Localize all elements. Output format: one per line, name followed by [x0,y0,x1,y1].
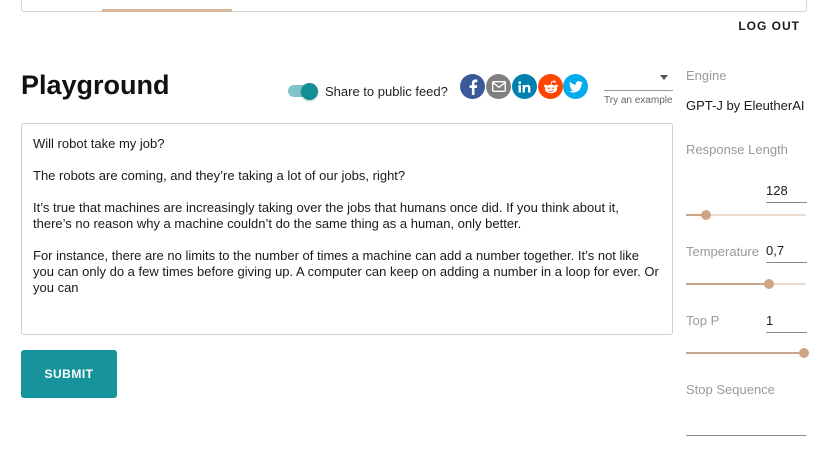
response-length-slider[interactable] [686,209,806,221]
top-p-slider[interactable] [686,347,809,359]
prompt-textarea[interactable]: Will robot take my job? The robots are c… [21,123,673,335]
engine-label: Engine [686,68,727,83]
prompt-paragraph: Will robot take my job? [33,136,165,151]
facebook-icon[interactable] [460,74,485,99]
prompt-paragraph: For instance, there are no limits to the… [33,248,659,295]
engine-value[interactable]: GPT-J by EleutherAI [686,98,805,113]
share-label: Share to public feed? [325,84,448,99]
slider-thumb[interactable] [799,348,809,358]
page-title: Playground [21,70,170,100]
top-p-input[interactable]: 1 [766,313,807,333]
twitter-icon[interactable] [563,74,588,99]
toggle-knob [301,83,318,100]
prompt-paragraph: The robots are coming, and they’re takin… [33,168,406,183]
linkedin-icon[interactable] [512,74,537,99]
response-length-input[interactable]: 128 [766,183,807,203]
slider-thumb[interactable] [701,210,712,220]
example-select[interactable] [604,66,673,91]
prompt-paragraph: It’s true that machines are increasingly… [33,200,619,231]
top-p-label: Top P [686,313,720,328]
active-tab-indicator [102,9,232,12]
stop-sequence-label: Stop Sequence [686,382,775,397]
top-nav-strip [21,0,807,12]
submit-button[interactable]: SUBMIT [21,350,117,398]
slider-thumb[interactable] [763,279,774,289]
example-hint: Try an example [604,95,673,106]
temperature-input[interactable]: 0,7 [766,243,807,263]
slider-fill [686,352,804,354]
share-toggle[interactable] [288,83,318,100]
chevron-down-icon [660,75,668,80]
slider-fill [686,283,769,285]
response-length-label: Response Length [686,142,788,157]
stop-sequence-input[interactable] [686,418,806,436]
temperature-slider[interactable] [686,278,806,290]
logout-button[interactable]: LOG OUT [738,19,800,33]
temperature-label: Temperature [686,244,759,259]
reddit-icon[interactable] [538,74,563,99]
email-icon[interactable] [486,74,511,99]
